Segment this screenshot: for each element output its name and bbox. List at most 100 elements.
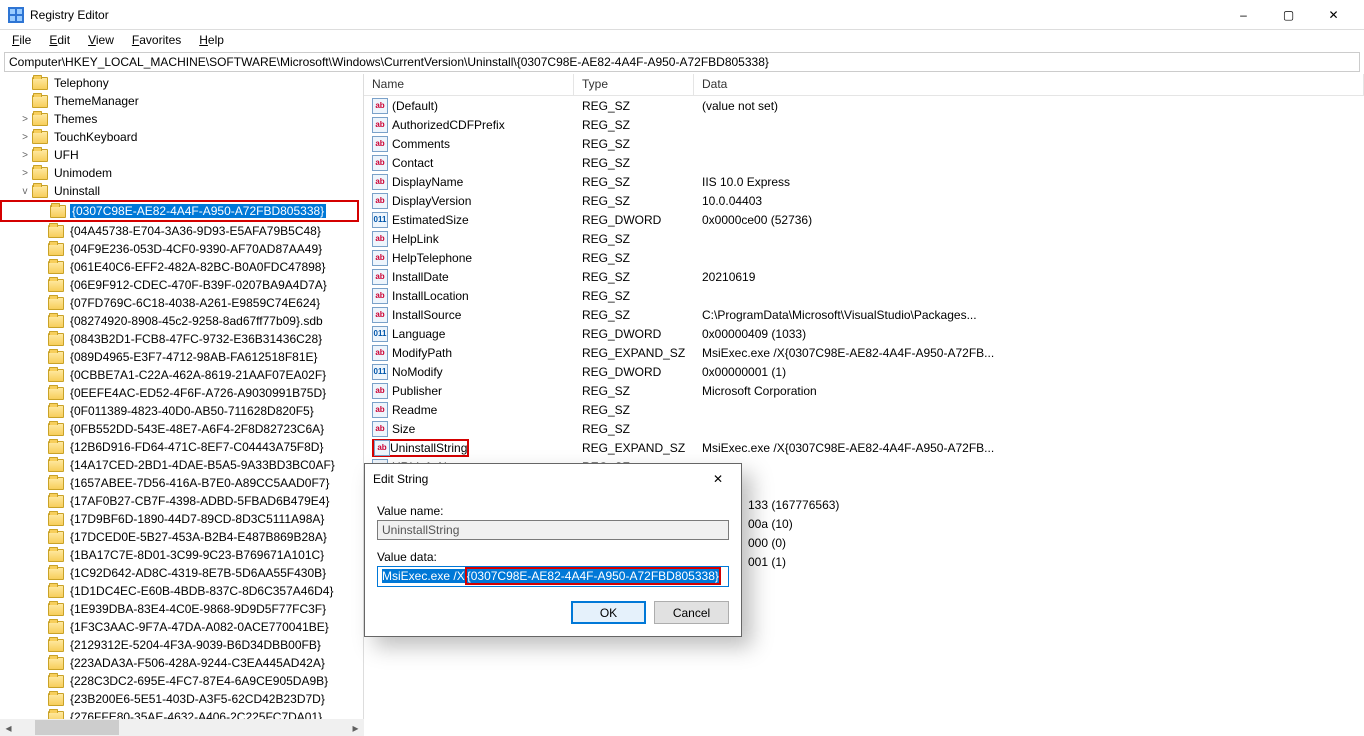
list-row[interactable]: abModifyPathREG_EXPAND_SZMsiExec.exe /X{… — [364, 343, 1364, 362]
tree-item[interactable]: {228C3DC2-695E-4FC7-87E4-6A9CE905DA9B} — [0, 672, 363, 690]
tree-item[interactable]: ThemeManager — [0, 92, 363, 110]
value-data: IIS 10.0 Express — [694, 175, 1364, 189]
value-data-field[interactable]: MsiExec.exe /X{0307C98E-AE82-4A4F-A950-A… — [377, 566, 729, 587]
tree-item[interactable]: >UFH — [0, 146, 363, 164]
col-type[interactable]: Type — [574, 74, 694, 95]
list-row[interactable]: abUninstallStringREG_EXPAND_SZMsiExec.ex… — [364, 438, 1364, 457]
tree-item[interactable]: {089D4965-E3F7-4712-98AB-FA612518F81E} — [0, 348, 363, 366]
menu-help[interactable]: Help — [191, 32, 232, 48]
minimize-button[interactable]: – — [1221, 0, 1266, 30]
list-row[interactable]: 011EstimatedSizeREG_DWORD0x0000ce00 (527… — [364, 210, 1364, 229]
tree-item[interactable]: {08274920-8908-45c2-9258-8ad67ff77b09}.s… — [0, 312, 363, 330]
tree-twisty-icon[interactable]: > — [18, 114, 32, 125]
list-row[interactable]: abInstallSourceREG_SZC:\ProgramData\Micr… — [364, 305, 1364, 324]
regedit-app-icon — [8, 7, 24, 23]
tree-item[interactable]: {17AF0B27-CB7F-4398-ADBD-5FBAD6B479E4} — [0, 492, 363, 510]
tree-item[interactable]: {0FB552DD-543E-48E7-A6F4-2F8D82723C6A} — [0, 420, 363, 438]
tree-item[interactable]: >TouchKeyboard — [0, 128, 363, 146]
tree-item[interactable]: {223ADA3A-F506-428A-9244-C3EA445AD42A} — [0, 654, 363, 672]
cancel-button[interactable]: Cancel — [654, 601, 729, 624]
list-row[interactable]: 011LanguageREG_DWORD0x00000409 (1033) — [364, 324, 1364, 343]
tree-item[interactable]: {07FD769C-6C18-4038-A261-E9859C74E624} — [0, 294, 363, 312]
col-name[interactable]: Name — [364, 74, 574, 95]
tree-item[interactable]: {1657ABEE-7D56-416A-B7E0-A89CC5AAD0F7} — [0, 474, 363, 492]
list-row[interactable]: abAuthorizedCDFPrefixREG_SZ — [364, 115, 1364, 134]
address-bar[interactable]: Computer\HKEY_LOCAL_MACHINE\SOFTWARE\Mic… — [4, 52, 1360, 72]
tree-label: {07FD769C-6C18-4038-A261-E9859C74E624} — [68, 296, 322, 310]
folder-icon — [32, 113, 48, 126]
tree-twisty-icon[interactable]: > — [18, 168, 32, 179]
close-button[interactable]: ✕ — [1311, 0, 1356, 30]
tree-item[interactable]: {061E40C6-EFF2-482A-82BC-B0A0FDC47898} — [0, 258, 363, 276]
tree-item[interactable]: >Themes — [0, 110, 363, 128]
list-row[interactable]: abPublisherREG_SZMicrosoft Corporation — [364, 381, 1364, 400]
value-name: DisplayName — [392, 175, 463, 189]
list-row[interactable]: abHelpTelephoneREG_SZ — [364, 248, 1364, 267]
tree-label: {1C92D642-AD8C-4319-8E7B-5D6AA55F430B} — [68, 566, 328, 580]
list-row[interactable]: abInstallDateREG_SZ20210619 — [364, 267, 1364, 286]
dialog-titlebar[interactable]: Edit String ✕ — [365, 464, 741, 494]
list-row[interactable]: abInstallLocationREG_SZ — [364, 286, 1364, 305]
tree-item[interactable]: {1D1DC4EC-E60B-4BDB-837C-8D6C357A46D4} — [0, 582, 363, 600]
menu-favorites[interactable]: Favorites — [124, 32, 189, 48]
list-row[interactable]: abSizeREG_SZ — [364, 419, 1364, 438]
tree-item[interactable]: {0307C98E-AE82-4A4F-A950-A72FBD805338} — [2, 202, 357, 220]
value-data-partial: 000 (0) — [740, 533, 1040, 552]
value-name-field[interactable] — [377, 520, 729, 540]
value-name: ModifyPath — [392, 346, 452, 360]
tree-item[interactable]: {1BA17C7E-8D01-3C99-9C23-B769671A101C} — [0, 546, 363, 564]
value-type: REG_SZ — [574, 403, 694, 417]
scroll-left-icon[interactable]: ◂ — [0, 719, 17, 736]
tree-item[interactable]: {14A17CED-2BD1-4DAE-B5A5-9A33BD3BC0AF} — [0, 456, 363, 474]
value-type: REG_SZ — [574, 175, 694, 189]
list-row[interactable]: abContactREG_SZ — [364, 153, 1364, 172]
scroll-thumb[interactable] — [35, 720, 119, 735]
tree-item[interactable]: {0CBBE7A1-C22A-462A-8619-21AAF07EA02F} — [0, 366, 363, 384]
menu-edit[interactable]: Edit — [41, 32, 78, 48]
ok-button[interactable]: OK — [571, 601, 646, 624]
folder-icon — [48, 513, 64, 526]
tree-item[interactable]: {1C92D642-AD8C-4319-8E7B-5D6AA55F430B} — [0, 564, 363, 582]
tree-item[interactable]: {12B6D916-FD64-471C-8EF7-C04443A75F8D} — [0, 438, 363, 456]
tree-item[interactable]: {0F011389-4823-40D0-AB50-711628D820F5} — [0, 402, 363, 420]
tree-item[interactable]: vUninstall — [0, 182, 363, 200]
tree-item[interactable]: {0843B2D1-FCB8-47FC-9732-E36B31436C28} — [0, 330, 363, 348]
tree-item[interactable]: {2129312E-5204-4F3A-9039-B6D34DBB00FB} — [0, 636, 363, 654]
list-row[interactable]: 011NoModifyREG_DWORD0x00000001 (1) — [364, 362, 1364, 381]
tree-label: {1D1DC4EC-E60B-4BDB-837C-8D6C357A46D4} — [68, 584, 335, 598]
tree-twisty-icon[interactable]: v — [18, 186, 32, 197]
folder-icon — [32, 167, 48, 180]
tree-item[interactable]: >Unimodem — [0, 164, 363, 182]
list-row[interactable]: abCommentsREG_SZ — [364, 134, 1364, 153]
tree-item[interactable]: {04F9E236-053D-4CF0-9390-AF70AD87AA49} — [0, 240, 363, 258]
tree-twisty-icon[interactable]: > — [18, 150, 32, 161]
tree-item[interactable]: {23B200E6-5E51-403D-A3F5-62CD42B23D7D} — [0, 690, 363, 708]
tree-item[interactable]: {17D9BF6D-1890-44D7-89CD-8D3C5111A98A} — [0, 510, 363, 528]
scroll-right-icon[interactable]: ▸ — [347, 719, 364, 736]
tree-item[interactable]: {06E9F912-CDEC-470F-B39F-0207BA9A4D7A} — [0, 276, 363, 294]
tree-twisty-icon[interactable]: > — [18, 132, 32, 143]
list-row[interactable]: ab(Default)REG_SZ(value not set) — [364, 96, 1364, 115]
tree-item[interactable]: {1F3C3AAC-9F7A-47DA-A082-0ACE770041BE} — [0, 618, 363, 636]
list-row[interactable]: abDisplayNameREG_SZIIS 10.0 Express — [364, 172, 1364, 191]
tree-pane[interactable]: TelephonyThemeManager>Themes>TouchKeyboa… — [0, 74, 364, 732]
tree-label: {1BA17C7E-8D01-3C99-9C23-B769671A101C} — [68, 548, 326, 562]
tree-item[interactable]: Telephony — [0, 74, 363, 92]
tree-item[interactable]: {04A45738-E704-3A36-9D93-E5AFA79B5C48} — [0, 222, 363, 240]
menu-view[interactable]: View — [80, 32, 122, 48]
tree-item[interactable]: {0EEFE4AC-ED52-4F6F-A726-A9030991B75D} — [0, 384, 363, 402]
list-row[interactable]: abHelpLinkREG_SZ — [364, 229, 1364, 248]
col-data[interactable]: Data — [694, 74, 1364, 95]
list-row[interactable]: abDisplayVersionREG_SZ10.0.04403 — [364, 191, 1364, 210]
dialog-title: Edit String — [373, 472, 428, 486]
dialog-close-button[interactable]: ✕ — [703, 464, 733, 494]
tree-scrollbar-h[interactable]: ◂ ▸ — [0, 719, 364, 736]
tree-item[interactable]: {1E939DBA-83E4-4C0E-9868-9D9D5F77FC3F} — [0, 600, 363, 618]
menu-file[interactable]: File — [4, 32, 39, 48]
maximize-button[interactable]: ▢ — [1266, 0, 1311, 30]
list-body: ab(Default)REG_SZ(value not set)abAuthor… — [364, 96, 1364, 476]
tree-item[interactable]: {17DCED0E-5B27-453A-B2B4-E487B869B28A} — [0, 528, 363, 546]
folder-icon — [48, 387, 64, 400]
list-row[interactable]: abReadmeREG_SZ — [364, 400, 1364, 419]
folder-icon — [48, 261, 64, 274]
